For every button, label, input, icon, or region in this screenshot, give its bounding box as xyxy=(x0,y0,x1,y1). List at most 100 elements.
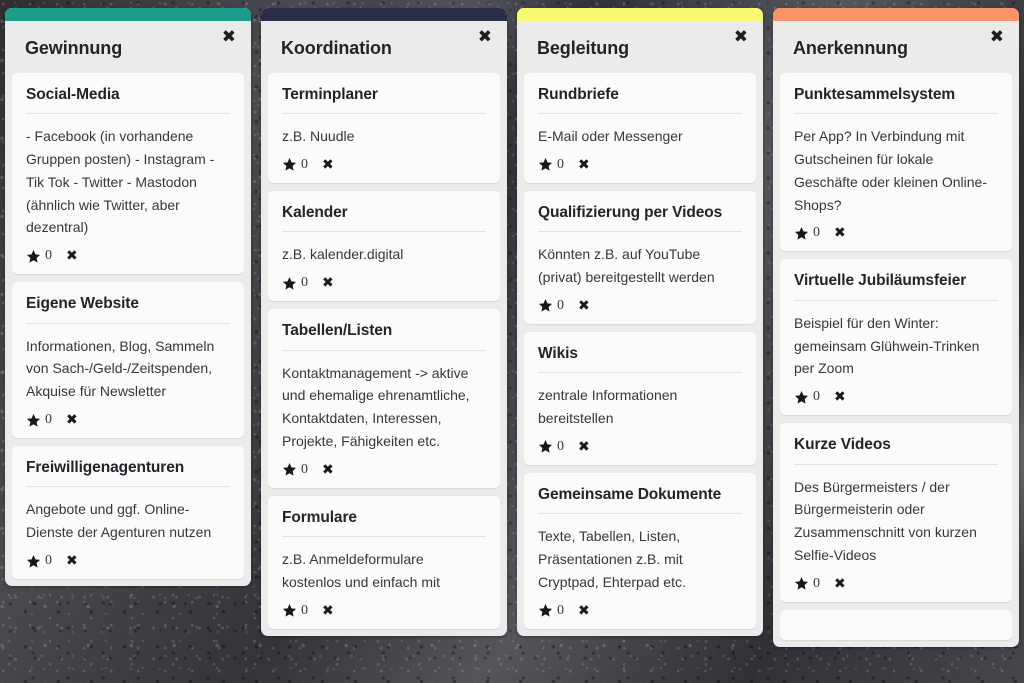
card-vote-button[interactable]: 0 xyxy=(282,603,308,619)
card-vote-count: 0 xyxy=(45,412,52,428)
card-description: Beispiel für den Winter: gemeinsam Glühw… xyxy=(794,314,984,377)
card-description: z.B. Anmeldeformulare kostenlos und einf… xyxy=(282,551,440,590)
column-header: Begleitung ✖ xyxy=(517,21,763,73)
board-column: Begleitung ✖ Rundbriefe E-Mail oder Messeng… xyxy=(517,8,763,636)
card-vote-button[interactable]: 0 xyxy=(538,439,564,455)
card-delete-icon[interactable]: ✖ xyxy=(66,413,78,427)
card-vote-count: 0 xyxy=(557,156,564,172)
column-close-icon[interactable]: ✖ xyxy=(478,29,492,46)
board-card[interactable]: Kurze Videos Des Bürgermeisters / der Bür… xyxy=(780,423,1012,602)
card-vote-button[interactable]: 0 xyxy=(282,275,308,291)
board-card[interactable]: Eigene Website Informationen, Blog, Samme… xyxy=(12,282,244,439)
column-accent-bar xyxy=(261,8,507,21)
column-close-icon[interactable]: ✖ xyxy=(990,29,1004,46)
star-icon xyxy=(26,413,41,428)
card-vote-count: 0 xyxy=(45,248,52,264)
board-card[interactable]: Terminplaner z.B. Nuudle 0 ✖ xyxy=(268,72,500,183)
card-footer: 0 ✖ xyxy=(282,274,486,291)
card-footer: 0 ✖ xyxy=(26,411,230,428)
card-vote-button[interactable]: 0 xyxy=(538,603,564,619)
card-vote-button[interactable]: 0 xyxy=(538,298,564,314)
card-vote-count: 0 xyxy=(813,575,820,591)
column-accent-bar xyxy=(773,8,1019,21)
card-footer: 0 ✖ xyxy=(282,461,486,478)
column-card-list: Terminplaner z.B. Nuudle 0 ✖ Kalender z.B. ka… xyxy=(261,72,507,636)
card-delete-icon[interactable]: ✖ xyxy=(578,440,590,454)
card-delete-icon[interactable]: ✖ xyxy=(834,226,846,240)
column-card-list: Punktesammelsystem Per App? In Verbindung… xyxy=(773,72,1019,647)
card-footer: 0 ✖ xyxy=(794,388,998,405)
card-delete-icon[interactable]: ✖ xyxy=(66,554,78,568)
star-icon xyxy=(26,554,41,569)
card-footer: 0 ✖ xyxy=(538,156,742,173)
card-vote-button[interactable]: 0 xyxy=(282,462,308,478)
card-description: z.B. Nuudle xyxy=(282,128,355,145)
card-title: Virtuelle Jubiläumsfeier xyxy=(794,271,998,301)
board-card[interactable]: Tabellen/Listen Kontaktmanagement -> akti… xyxy=(268,309,500,488)
board-card[interactable]: Qualifizierung per Videos Könnten z.B. au… xyxy=(524,190,756,324)
card-title: Tabellen/Listen xyxy=(282,321,486,351)
board-card[interactable]: Formulare z.B. Anmeldeformulare kostenlos… xyxy=(268,495,500,629)
card-footer: 0 ✖ xyxy=(538,438,742,455)
board-card[interactable]: Freiwilligenagenturen Angebote und ggf. O… xyxy=(12,446,244,580)
card-delete-icon[interactable]: ✖ xyxy=(322,604,334,618)
card-vote-button[interactable]: 0 xyxy=(282,157,308,173)
card-vote-count: 0 xyxy=(813,389,820,405)
column-close-icon[interactable]: ✖ xyxy=(734,29,748,46)
card-vote-count: 0 xyxy=(557,602,564,618)
card-delete-icon[interactable]: ✖ xyxy=(322,463,334,477)
card-delete-icon[interactable]: ✖ xyxy=(322,276,334,290)
card-vote-button[interactable]: 0 xyxy=(26,248,52,264)
card-vote-count: 0 xyxy=(45,553,52,569)
board-card[interactable]: Rundbriefe E-Mail oder Messenger 0 ✖ xyxy=(524,72,756,183)
card-delete-icon[interactable]: ✖ xyxy=(578,299,590,313)
board-card[interactable]: Wikis zentrale Informationen bereitstelle… xyxy=(524,331,756,465)
column-accent-bar xyxy=(517,8,763,21)
card-vote-button[interactable]: 0 xyxy=(538,157,564,173)
board-card[interactable]: Virtuelle Jubiläumsfeier Beispiel für den… xyxy=(780,259,1012,416)
card-delete-icon[interactable]: ✖ xyxy=(66,249,78,263)
column-title: Koordination xyxy=(281,38,392,58)
board-column: Anerkennung ✖ Punktesammelsystem Per App? I… xyxy=(773,8,1019,647)
card-vote-count: 0 xyxy=(301,275,308,291)
card-description: Könnten z.B. auf YouTube (privat) bereit… xyxy=(538,246,715,286)
card-delete-icon[interactable]: ✖ xyxy=(322,158,334,172)
column-title: Anerkennung xyxy=(793,38,908,58)
card-vote-count: 0 xyxy=(557,438,564,454)
card-vote-button[interactable]: 0 xyxy=(794,389,820,405)
card-vote-count: 0 xyxy=(301,461,308,477)
card-vote-button[interactable]: 0 xyxy=(794,576,820,592)
column-header: Anerkennung ✖ xyxy=(773,21,1019,73)
star-icon xyxy=(794,576,809,591)
card-description: - Facebook (in vorhandene Gruppen posten… xyxy=(26,128,218,236)
board-card[interactable]: Gemeinsame Dokumente Texte, Tabellen, Lis… xyxy=(524,472,756,629)
card-title: Kurze Videos xyxy=(794,435,998,465)
card-description: Des Bürgermeisters / der Bürgermeisterin… xyxy=(794,478,981,564)
board-card[interactable]: Punktesammelsystem Per App? In Verbindung… xyxy=(780,72,1012,252)
card-delete-icon[interactable]: ✖ xyxy=(834,577,846,591)
column-close-icon[interactable]: ✖ xyxy=(222,29,236,46)
star-icon xyxy=(282,603,297,618)
column-title: Gewinnung xyxy=(25,38,123,58)
card-delete-icon[interactable]: ✖ xyxy=(578,604,590,618)
card-title: Rundbriefe xyxy=(538,85,742,115)
card-vote-count: 0 xyxy=(301,156,308,172)
card-vote-count: 0 xyxy=(557,297,564,313)
card-vote-button[interactable]: 0 xyxy=(794,225,820,241)
card-title: Qualifizierung per Videos xyxy=(538,203,742,233)
card-vote-button[interactable]: 0 xyxy=(26,553,52,569)
card-vote-count: 0 xyxy=(301,602,308,618)
card-delete-icon[interactable]: ✖ xyxy=(834,390,846,404)
card-description: Angebote und ggf. Online-Dienste der Age… xyxy=(26,501,212,541)
column-header: Koordination ✖ xyxy=(261,21,507,73)
card-title: Wikis xyxy=(538,344,742,374)
board-card[interactable] xyxy=(780,609,1012,640)
card-title: Terminplaner xyxy=(282,85,486,115)
card-vote-button[interactable]: 0 xyxy=(26,412,52,428)
board-card[interactable]: Kalender z.B. kalender.digital 0 ✖ xyxy=(268,190,500,302)
card-footer: 0 ✖ xyxy=(26,552,230,569)
board-card[interactable]: Social-Media - Facebook (in vorhandene Gr… xyxy=(12,72,244,275)
card-description: z.B. kalender.digital xyxy=(282,246,404,263)
card-delete-icon[interactable]: ✖ xyxy=(578,158,590,172)
card-description: Informationen, Blog, Sammeln von Sach-/G… xyxy=(26,337,219,400)
